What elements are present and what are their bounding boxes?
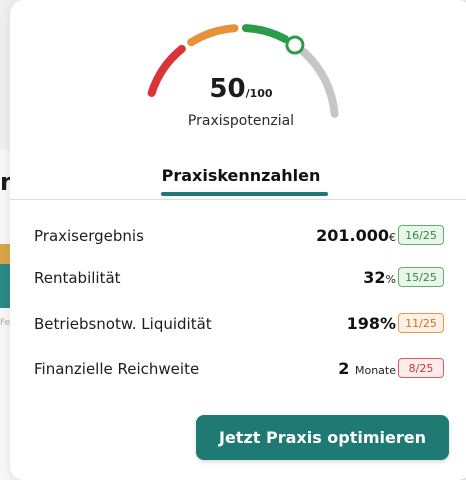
metric-unit: % bbox=[385, 273, 396, 286]
section-divider bbox=[10, 199, 466, 200]
score-value: 50 bbox=[209, 74, 246, 104]
metric-value: 32% bbox=[363, 268, 396, 287]
metric-unit: € bbox=[389, 231, 396, 244]
gauge-marker bbox=[285, 35, 305, 55]
metric-row-rentabilitaet: Rentabilität 32% 15/25 bbox=[10, 265, 466, 295]
practice-potential-card: 50/100 Praxispotenzial Praxiskennzahlen … bbox=[10, 0, 466, 480]
metric-number: 201.000 bbox=[316, 226, 389, 245]
background-chart-bar bbox=[0, 264, 10, 308]
metric-row-liquiditaet: Betriebsnotw. Liquidität 198% 11/25 bbox=[10, 311, 466, 341]
metric-score-badge: 15/25 bbox=[398, 267, 444, 287]
score: 50/100 bbox=[10, 74, 466, 104]
metric-row-reichweite: Finanzielle Reichweite 2 Monate 8/25 bbox=[10, 356, 466, 386]
metric-unit: Monate bbox=[354, 364, 396, 377]
optimize-practice-button[interactable]: Jetzt Praxis optimieren bbox=[196, 415, 449, 460]
metric-row-praxisergebnis: Praxisergebnis 201.000€ 16/25 bbox=[10, 223, 466, 253]
metric-score-badge: 11/25 bbox=[398, 313, 444, 333]
score-max: /100 bbox=[245, 87, 273, 100]
metric-score-badge: 8/25 bbox=[398, 358, 444, 378]
metric-value: 201.000€ bbox=[316, 226, 396, 245]
score-label: Praxispotenzial bbox=[187, 113, 295, 129]
metric-label: Betriebsnotw. Liquidität bbox=[34, 315, 212, 333]
metric-score-badge: 16/25 bbox=[398, 225, 444, 245]
gauge-segment-orange bbox=[187, 24, 239, 47]
metric-label: Rentabilität bbox=[34, 269, 121, 287]
gauge-segment-green bbox=[241, 24, 290, 43]
metric-label: Praxisergebnis bbox=[34, 227, 144, 245]
section-title-underline bbox=[161, 192, 328, 196]
background-caption-fragment: Fe bbox=[0, 318, 11, 328]
metric-number: 32 bbox=[363, 268, 386, 287]
background-chart-bar bbox=[0, 244, 10, 264]
metric-number: 198% bbox=[346, 314, 396, 333]
metric-value: 2 Monate bbox=[338, 359, 396, 378]
metric-value: 198% bbox=[347, 314, 396, 333]
metric-number: 2 bbox=[338, 359, 350, 378]
section-title: Praxiskennzahlen bbox=[161, 166, 321, 185]
metric-label: Finanzielle Reichweite bbox=[34, 360, 200, 378]
